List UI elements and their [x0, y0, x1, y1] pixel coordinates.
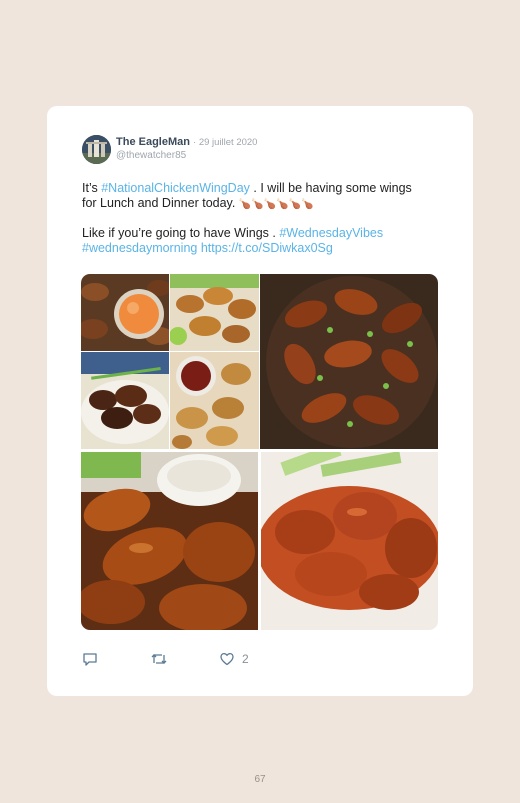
- hashtag-national-chicken-wing-day[interactable]: #NationalChickenWingDay: [101, 181, 250, 195]
- media-image-1[interactable]: [81, 274, 169, 351]
- tweet-text-line-4: #wednesdaymorning https://t.co/SDiwkax0S…: [82, 241, 333, 256]
- media-image-7[interactable]: [261, 452, 438, 630]
- heart-icon[interactable]: [219, 651, 235, 672]
- text-segment: Like if you’re going to have Wings .: [82, 226, 280, 240]
- tweet-date[interactable]: · 29 juillet 2020: [193, 137, 257, 148]
- tweet-text-line-2: for Lunch and Dinner today. 🍗🍗🍗🍗🍗🍗: [82, 196, 314, 212]
- tweet-link[interactable]: https://t.co/SDiwkax0Sg: [201, 241, 333, 255]
- media-image-3[interactable]: [81, 352, 169, 449]
- tweet-text-line-3: Like if you’re going to have Wings . #We…: [82, 226, 383, 241]
- media-image-4[interactable]: [170, 352, 259, 449]
- hashtag-wednesday-vibes[interactable]: #WednesdayVibes: [279, 226, 383, 240]
- author-handle[interactable]: @thewatcher85: [116, 150, 186, 161]
- media-image-6[interactable]: [81, 452, 258, 630]
- author-name[interactable]: The EagleMan: [116, 136, 190, 148]
- text-segment: . I will be having some wings: [249, 181, 412, 195]
- retweet-icon[interactable]: [150, 651, 168, 672]
- tweet-actions: 2: [82, 651, 332, 669]
- text-segment: for Lunch and Dinner today.: [82, 196, 236, 210]
- page-number: 67: [254, 774, 266, 785]
- text-segment: It’s: [82, 181, 102, 195]
- author-line: The EagleMan · 29 juillet 2020: [116, 136, 257, 148]
- media-image-2[interactable]: [170, 274, 259, 351]
- like-count: 2: [242, 652, 249, 666]
- tweet-text-line-1: It’s #NationalChickenWingDay . I will be…: [82, 181, 412, 196]
- avatar[interactable]: [82, 135, 111, 164]
- media-grid: [81, 274, 438, 630]
- media-image-5[interactable]: [260, 274, 438, 449]
- hashtag-wednesday-morning[interactable]: #wednesdaymorning: [82, 241, 197, 255]
- tweet-card: The EagleMan · 29 juillet 2020 @thewatch…: [47, 106, 473, 696]
- drumstick-emoji: 🍗🍗🍗🍗🍗🍗: [238, 199, 314, 210]
- reply-icon[interactable]: [82, 651, 98, 672]
